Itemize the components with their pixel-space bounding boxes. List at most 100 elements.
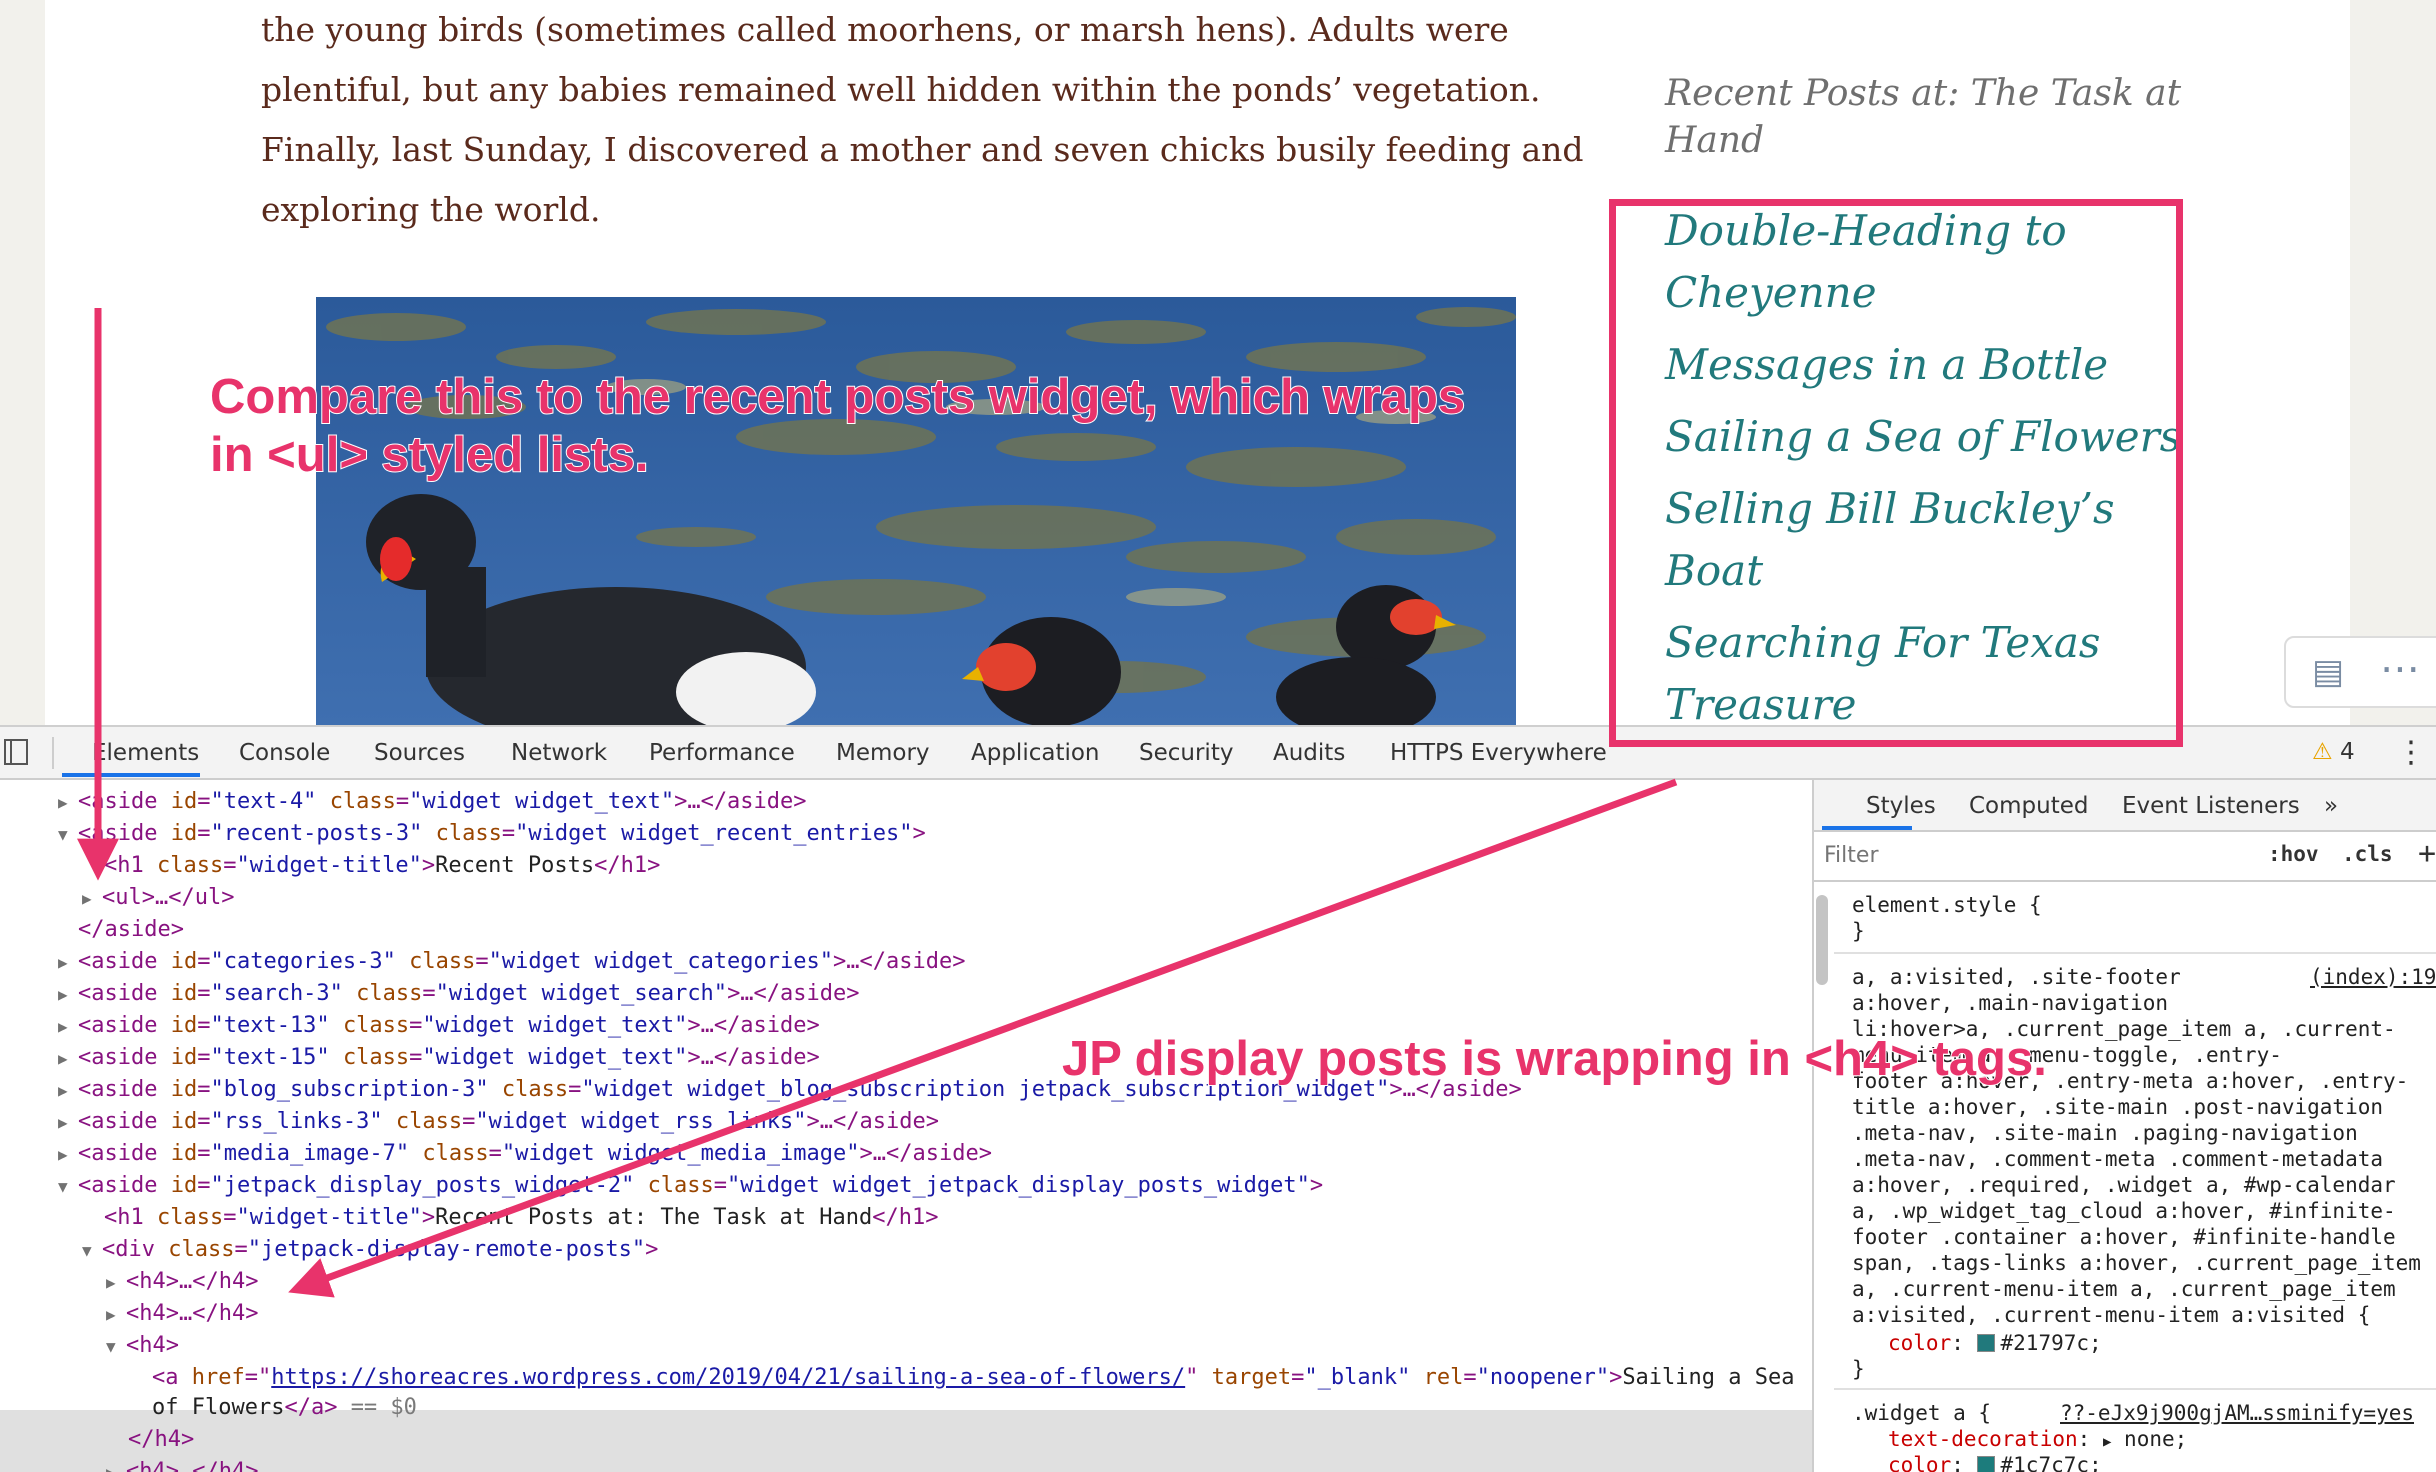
dom-node[interactable]: ▼ <aside id="jetpack_display_posts_widget… (0, 1170, 1323, 1202)
css-declaration[interactable]: color: #1c7c7c; (1888, 1452, 2102, 1472)
expand-triangle-icon[interactable]: ▶ (82, 883, 102, 915)
css-selector: .meta-nav, .comment-meta .comment-metada… (1852, 1147, 2384, 1171)
collapse-triangle-icon[interactable]: ▼ (58, 1171, 78, 1203)
dom-node[interactable]: <h1 class="widget-title">Recent Posts at… (0, 1202, 938, 1234)
expand-triangle-icon[interactable]: ▶ (106, 1267, 126, 1299)
css-selector: .widget a { (1852, 1401, 1992, 1425)
dom-node[interactable]: ▶ <aside id="text-4" class="widget widget… (0, 786, 807, 818)
more-tabs-icon[interactable]: » (2324, 793, 2338, 819)
color-swatch-icon[interactable] (1976, 1334, 1995, 1352)
selected-dom-node[interactable]: <a href="https://shoreacres.wordpress.co… (0, 1362, 1795, 1394)
tab-security[interactable]: Security (1139, 740, 1233, 766)
dom-node[interactable]: ▼ <aside id="recent-posts-3" class="widge… (0, 818, 926, 850)
annotation-line: in <ul> styled lists. (209, 427, 649, 483)
collapse-triangle-icon[interactable]: ▼ (82, 1235, 102, 1267)
dom-node[interactable]: ▶ <aside id="media_image-7" class="widget… (0, 1138, 992, 1170)
href-link[interactable]: https://shoreacres.wordpress.com/2019/04… (271, 1365, 1185, 1390)
css-declaration[interactable]: text-decoration: ▶ none; (1888, 1426, 2187, 1455)
tab-console[interactable]: Console (239, 740, 330, 766)
elements-dom-tree[interactable]: ▶ <aside id="text-4" class="widget widget… (0, 780, 1812, 1472)
article-body: the young birds (sometimes called moorhe… (261, 0, 1584, 240)
screenshot-root: the young birds (sometimes called moorhe… (0, 0, 2436, 1472)
annotation-note-ul: Compare this to the recent posts widget,… (209, 368, 1466, 484)
selected-dom-node-cont[interactable]: of Flowers</a> == $0 (0, 1392, 417, 1424)
page-gutter (2350, 0, 2436, 725)
widget-title: Recent Posts at: The Task at Hand (1665, 73, 2182, 161)
annotation-highlight-box (1609, 199, 2183, 747)
expand-triangle-icon[interactable]: ▶ (58, 1043, 78, 1075)
rule-divider (1834, 1388, 2436, 1390)
dom-node[interactable]: ▶ <aside id="text-13" class="widget widge… (0, 1010, 820, 1042)
css-declaration[interactable]: color: #21797c; (1888, 1330, 2102, 1356)
rule-source-link[interactable]: (index):19 (2310, 964, 2436, 990)
new-post-icon[interactable]: ▤ (2312, 652, 2344, 692)
dom-node[interactable]: ▶ <aside id="search-3" class="widget widg… (0, 978, 860, 1010)
more-icon[interactable]: ⋯ (2380, 646, 2422, 692)
dom-node-h4[interactable]: ▼ <h4> (0, 1330, 179, 1362)
annotation-line: Compare this to the recent posts widget,… (209, 369, 1466, 425)
tab-separator (52, 737, 54, 769)
element-style-rule[interactable]: element.style { (1852, 892, 2042, 918)
tab-event-listeners[interactable]: Event Listeners (2122, 793, 2300, 819)
tab-performance[interactable]: Performance (649, 740, 795, 766)
dom-node[interactable]: ▶ <aside id="rss_links-3" class="widget w… (0, 1106, 939, 1138)
active-tab-indicator (62, 773, 200, 777)
tab-elements[interactable]: Elements (92, 740, 199, 766)
expand-triangle-icon[interactable]: ▶ (58, 979, 78, 1011)
expand-triangle-icon[interactable]: ▶ (58, 1107, 78, 1139)
tab-memory[interactable]: Memory (836, 740, 930, 766)
dom-node[interactable]: </h4> (0, 1424, 194, 1456)
dom-node[interactable]: <h1 class="widget-title">Recent Posts</h… (0, 850, 660, 882)
css-selector: a:hover, .main-navigation (1852, 991, 2169, 1015)
css-selector: a, .current-menu-item a, .current_page_i… (1852, 1277, 2396, 1301)
styles-scrollbar[interactable] (1816, 895, 1828, 985)
css-selector: a:hover, .required, .widget a, #wp-calen… (1852, 1173, 2396, 1197)
tab-sources[interactable]: Sources (374, 740, 465, 766)
expand-triangle-icon[interactable]: ▶ (58, 1139, 78, 1171)
expand-triangle-icon[interactable]: ▶ (58, 1075, 78, 1107)
article-line: the young birds (sometimes called moorhe… (261, 10, 1509, 49)
active-styles-tab-indicator (1822, 826, 1912, 830)
tab-computed[interactable]: Computed (1969, 793, 2088, 819)
tab-audits[interactable]: Audits (1273, 740, 1345, 766)
dom-node[interactable]: ▶ <aside id="text-15" class="widget widge… (0, 1042, 820, 1074)
tab-network[interactable]: Network (511, 740, 607, 766)
expand-triangle-icon[interactable]: ▶ (58, 787, 78, 819)
hov-toggle[interactable]: :hov (2268, 842, 2319, 866)
collapse-triangle-icon[interactable]: ▼ (106, 1331, 126, 1363)
warning-counter[interactable]: ⚠ 4 (2312, 739, 2355, 765)
dom-node-ul[interactable]: ▶ <ul>…</ul> (0, 882, 234, 914)
tab-application[interactable]: Application (971, 740, 1100, 766)
new-rule-icon[interactable]: + (2418, 836, 2436, 871)
devtools-menu-icon[interactable]: ⋮ (2396, 735, 2426, 770)
tab-styles[interactable]: Styles (1866, 793, 1936, 819)
dom-node[interactable]: ▼ <div class="jetpack-display-remote-post… (0, 1234, 658, 1266)
expand-triangle-icon[interactable]: ▶ (58, 947, 78, 979)
warning-count: 4 (2339, 739, 2355, 765)
expand-triangle-icon[interactable]: ▶ (58, 1011, 78, 1043)
device-toolbar-icon[interactable] (4, 739, 28, 765)
dom-node-h4[interactable]: ▶<h4>…</h4> (0, 1266, 258, 1298)
rule-source-link[interactable]: ??-eJx9j900gjAM…ssminify=yes (2060, 1400, 2414, 1426)
floating-action-widget[interactable]: ▤ ⋯ (2284, 636, 2436, 708)
expand-triangle-icon[interactable]: ▶ (106, 1299, 126, 1331)
styles-filter-bar: :hov .cls + (1814, 832, 2436, 882)
rule-close-brace: } (1852, 919, 1865, 943)
styles-pane: Styles Computed Event Listeners » :hov .… (1812, 780, 2436, 1472)
annotation-note-h4: JP display posts is wrapping in <h4> tag… (1061, 1031, 2048, 1087)
collapse-triangle-icon[interactable]: ▼ (58, 819, 78, 851)
css-selector: footer .container a:hover, #infinite-han… (1852, 1225, 2396, 1249)
dom-node[interactable]: ▶ <aside id="categories-3" class="widget … (0, 946, 965, 978)
dom-node[interactable]: </aside> (0, 914, 184, 946)
css-selector: a:visited, .current-menu-item a:visited … (1852, 1303, 2371, 1327)
moorhen-photo-graphic (316, 297, 1516, 725)
rule-divider (1834, 952, 2436, 954)
css-selector: title a:hover, .site-main .post-navigati… (1852, 1095, 2384, 1119)
tab-https-everywhere[interactable]: HTTPS Everywhere (1390, 740, 1607, 766)
styles-filter-input[interactable] (1820, 838, 2248, 872)
cls-toggle[interactable]: .cls (2342, 842, 2393, 866)
dom-node-h4[interactable]: ▶<h4>…</h4> (0, 1298, 258, 1330)
recent-posts-widget: Recent Posts at: The Task at Hand Double… (1665, 70, 2185, 725)
devtools-panel: Elements Console Sources Network Perform… (0, 725, 2436, 1472)
styles-tabbar: Styles Computed Event Listeners » (1814, 780, 2436, 832)
